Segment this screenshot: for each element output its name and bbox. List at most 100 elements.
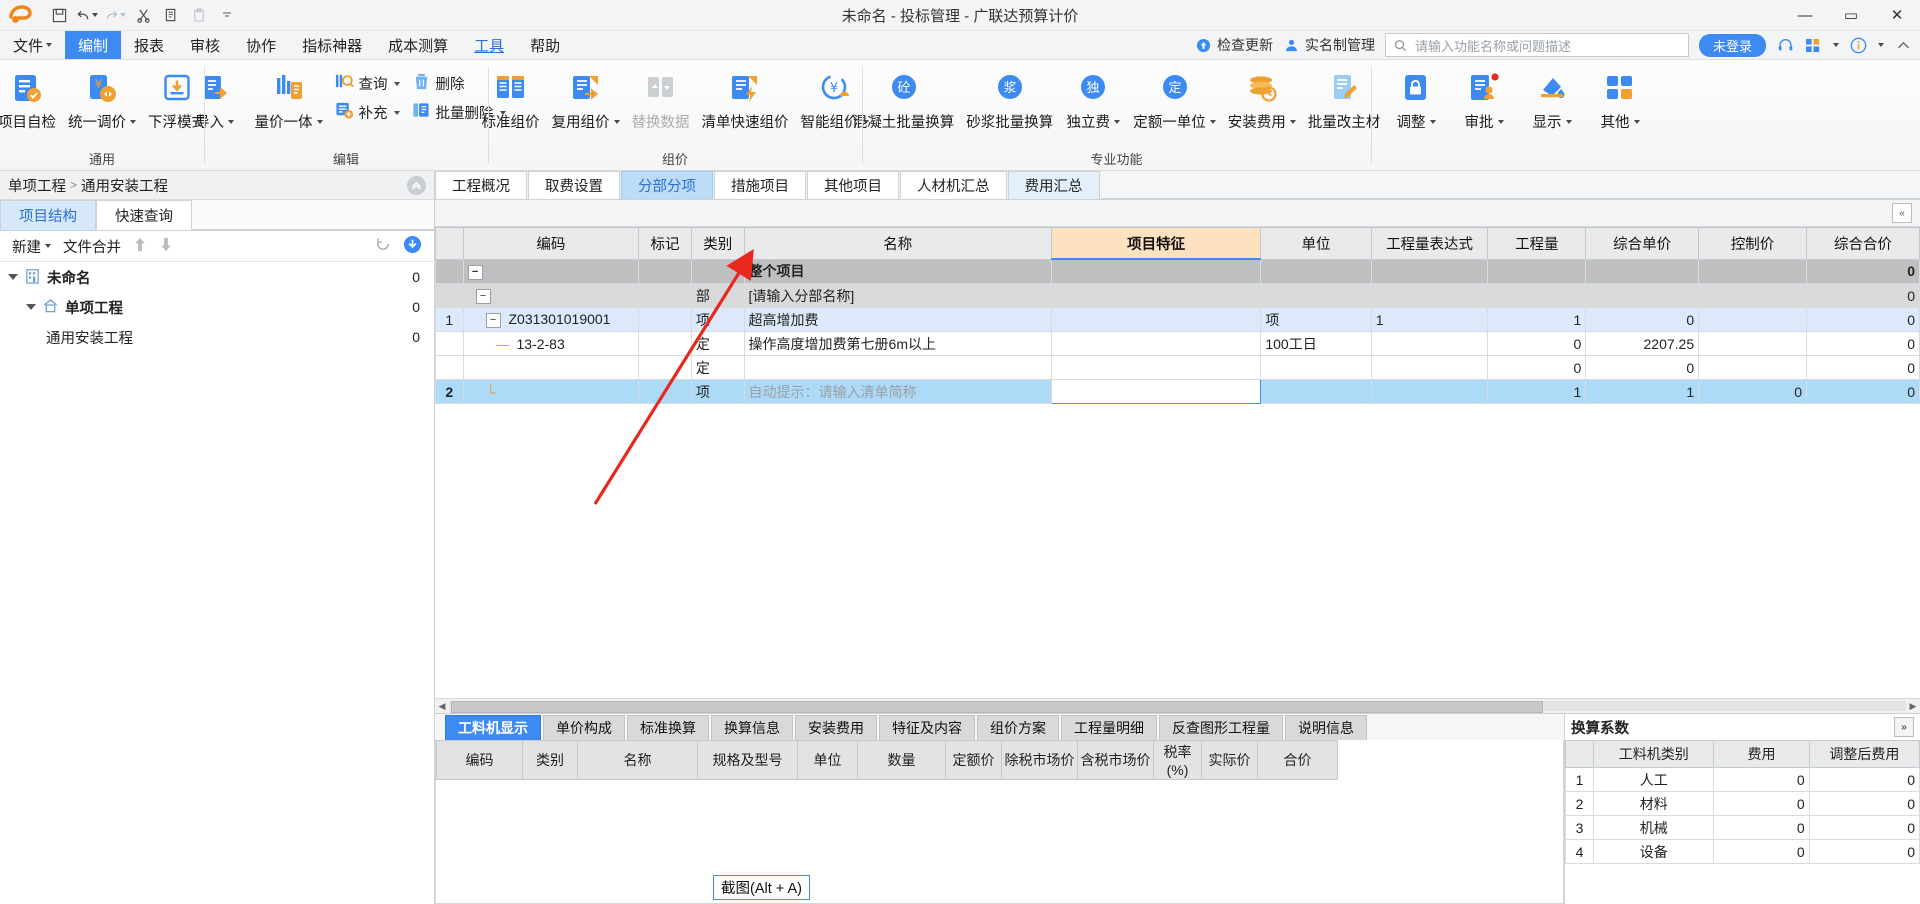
cell-ctrl[interactable] — [1698, 355, 1807, 380]
tab-fee-settings[interactable]: 取费设置 — [528, 171, 620, 199]
ribbon-button-standard-price[interactable]: 标准组价 — [476, 66, 546, 132]
chevron-down-icon[interactable] — [393, 110, 400, 115]
headset-support-icon[interactable] — [1776, 36, 1794, 54]
cell-unit[interactable] — [1260, 258, 1372, 284]
cell-feature[interactable] — [1050, 283, 1262, 308]
ribbon-button-unified-price[interactable]: ¥ 统一调价 — [62, 66, 142, 132]
bcol-incl-tax-market[interactable]: 含税市场价 — [1077, 740, 1154, 780]
cell-expr[interactable]: 1 — [1370, 307, 1489, 332]
ccol-category[interactable]: 工料机类别 — [1593, 740, 1715, 768]
ribbon-button-quota-unit[interactable]: 定 定额一单位 — [1127, 66, 1222, 132]
bottom-tab-reverse-graphic[interactable]: 反查图形工程量 — [1159, 715, 1283, 740]
cell-adjusted[interactable]: 0 — [1808, 791, 1920, 816]
arrow-up-icon[interactable] — [133, 236, 147, 257]
chevron-down-icon[interactable] — [1209, 119, 1216, 124]
bcol-actual-price[interactable]: 实际价 — [1201, 740, 1258, 780]
cell-ctrl[interactable] — [1698, 307, 1807, 332]
cell-feature[interactable] — [1050, 258, 1262, 284]
cell-total[interactable]: 0 — [1806, 258, 1920, 284]
tree-row-single-project[interactable]: 单项工程 0 — [0, 292, 434, 322]
ribbon-button-project-check[interactable]: 项目自检 — [0, 66, 62, 132]
collapse-left-icon[interactable]: « — [1892, 203, 1912, 223]
tree-row-general-install[interactable]: 通用安装工程 0 — [0, 322, 434, 352]
cell-ctrl[interactable] — [1698, 331, 1807, 356]
cell-feature[interactable] — [1050, 307, 1262, 332]
cell-fee[interactable]: 0 — [1713, 815, 1810, 840]
chevron-down-icon[interactable] — [45, 244, 51, 248]
cell-price[interactable] — [1585, 283, 1700, 308]
chevron-down-icon[interactable] — [1429, 119, 1436, 124]
cell-ctrl[interactable] — [1698, 258, 1807, 284]
cell-code[interactable]: − — [462, 258, 640, 284]
col-mark[interactable]: 标记 — [638, 227, 692, 260]
ribbon-button-replace-data[interactable]: 替换数据 — [626, 66, 696, 132]
expander-icon[interactable]: − — [475, 288, 491, 304]
check-update-button[interactable]: 检查更新 — [1195, 35, 1273, 55]
table-row[interactable]: 4 设备 0 0 — [1564, 839, 1920, 864]
chevron-down-icon[interactable] — [130, 119, 136, 124]
ccol-adjusted-fee[interactable]: 调整后费用 — [1808, 740, 1920, 768]
bottom-tab-quantity-detail[interactable]: 工程量明细 — [1061, 715, 1157, 740]
ribbon-button-display[interactable]: 显示 — [1518, 66, 1586, 132]
table-row[interactable]: 2 材料 0 0 — [1564, 791, 1920, 816]
bcol-tax-rate[interactable]: 税率(%) — [1153, 740, 1202, 780]
ribbon-button-reuse-price[interactable]: 复用组价 — [546, 66, 626, 132]
col-unit-price[interactable]: 综合单价 — [1585, 227, 1700, 260]
chevron-down-icon[interactable] — [393, 81, 400, 86]
chevron-down-icon[interactable] — [613, 119, 620, 124]
cell-price[interactable] — [1585, 258, 1700, 284]
window-controls[interactable]: — ▭ ✕ — [1782, 0, 1920, 30]
bcol-spec[interactable]: 规格及型号 — [697, 740, 798, 780]
tab-project-overview[interactable]: 工程概况 — [435, 171, 527, 199]
col-code[interactable]: 编码 — [462, 227, 640, 260]
col-total-price[interactable]: 综合合价 — [1806, 227, 1920, 260]
cut-icon[interactable] — [130, 3, 156, 27]
expand-right-icon[interactable]: » — [1894, 717, 1914, 737]
cell-price[interactable]: 0 — [1585, 307, 1700, 332]
cell-adjusted[interactable]: 0 — [1808, 767, 1920, 792]
cell-name[interactable]: [请输入分部名称] — [743, 283, 1052, 308]
cell-total[interactable]: 0 — [1806, 283, 1920, 308]
cell-code[interactable]: − Z031301019001 — [462, 307, 640, 332]
redo-icon[interactable] — [102, 3, 128, 27]
ribbon-button-independent-fee[interactable]: 独 独立费 — [1059, 66, 1127, 132]
col-project-feature[interactable]: 项目特征 — [1050, 227, 1262, 260]
col-category[interactable]: 类别 — [690, 227, 745, 260]
col-qty-expression[interactable]: 工程量表达式 — [1370, 227, 1489, 260]
new-button[interactable]: 新建 — [12, 236, 51, 257]
expander-icon[interactable] — [8, 274, 18, 280]
menu-item-shenhe[interactable]: 审核 — [177, 31, 233, 59]
cell-unit[interactable] — [1260, 379, 1372, 404]
cell-expr[interactable] — [1370, 379, 1489, 404]
cell-qty[interactable] — [1487, 258, 1587, 284]
bottom-tab-description-info[interactable]: 说明信息 — [1285, 715, 1367, 740]
col-quantity[interactable]: 工程量 — [1487, 227, 1587, 260]
cell-name[interactable]: 超高增加费 — [743, 307, 1052, 332]
cell-name[interactable] — [743, 355, 1052, 380]
bcol-name[interactable]: 名称 — [577, 740, 698, 780]
bottom-tab-feature-content[interactable]: 特征及内容 — [879, 715, 975, 740]
cell-fee[interactable]: 0 — [1713, 791, 1810, 816]
cell-unit[interactable] — [1260, 283, 1372, 308]
ribbon-button-install-fee[interactable]: 安装费用 — [1222, 66, 1302, 132]
cell-price[interactable]: 1 — [1585, 379, 1700, 404]
undo-icon[interactable] — [74, 3, 100, 27]
cell-code[interactable] — [462, 355, 640, 380]
expander-icon[interactable] — [26, 304, 36, 310]
cell-feature[interactable] — [1050, 379, 1262, 404]
file-merge-button[interactable]: 文件合并 — [63, 236, 121, 257]
cell-qty[interactable]: 1 — [1487, 307, 1587, 332]
cell-ctrl[interactable] — [1698, 283, 1807, 308]
refresh-icon[interactable] — [375, 236, 391, 256]
info-caret-icon[interactable] — [1878, 43, 1884, 47]
menu-item-bianzhi[interactable]: 编制 — [65, 31, 122, 59]
save-icon[interactable] — [46, 3, 72, 27]
bcol-code[interactable]: 编码 — [436, 740, 523, 780]
breadcrumb-item-1[interactable]: 通用安装工程 — [81, 175, 168, 196]
quick-access-toolbar[interactable] — [42, 3, 240, 27]
table-row[interactable]: 3 机械 0 0 — [1564, 815, 1920, 840]
collapse-ribbon-icon[interactable] — [1894, 36, 1912, 54]
scroll-track[interactable] — [449, 701, 1906, 713]
bcol-total[interactable]: 合价 — [1257, 740, 1338, 780]
cell-code[interactable]: − — [462, 283, 640, 308]
